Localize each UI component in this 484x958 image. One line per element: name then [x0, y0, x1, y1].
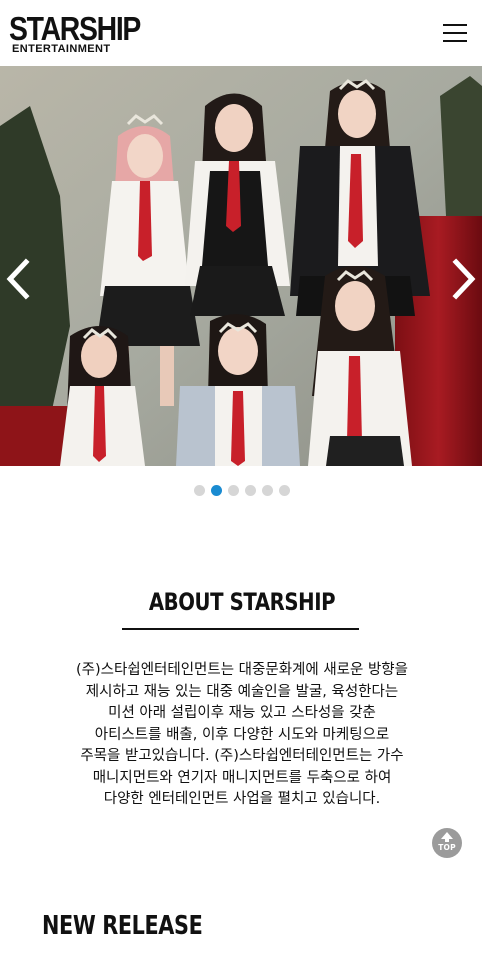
- hero-slider[interactable]: [0, 66, 482, 466]
- arrow-up-icon: [441, 832, 453, 842]
- slider-dot-active[interactable]: [211, 485, 222, 496]
- slider-dot[interactable]: [194, 485, 205, 496]
- hamburger-menu-icon: [443, 24, 467, 26]
- about-title-underline: [122, 628, 359, 630]
- slider-dot[interactable]: [262, 485, 273, 496]
- new-release-title: NEW RELEASE: [42, 911, 203, 941]
- slider-pagination: [0, 485, 484, 497]
- slider-dot[interactable]: [279, 485, 290, 496]
- chevron-left-icon[interactable]: [2, 256, 36, 302]
- hamburger-line: [443, 40, 467, 42]
- menu-button[interactable]: [443, 22, 469, 44]
- slider-dot[interactable]: [228, 485, 239, 496]
- logo-subtitle: ENTERTAINMENT: [12, 43, 111, 55]
- slide-image: [0, 66, 482, 466]
- back-to-top-button[interactable]: TOP: [432, 828, 462, 858]
- site-header: STARSHIP ENTERTAINMENT: [0, 0, 484, 66]
- hamburger-line: [443, 32, 467, 34]
- about-description: (주)스타쉽엔터테인먼트는 대중문화계에 새로운 방향을 제시하고 재능 있는 …: [76, 662, 408, 807]
- back-to-top-label: TOP: [438, 843, 456, 852]
- starship-logo[interactable]: STARSHIP ENTERTAINMENT: [9, 12, 141, 56]
- about-title: ABOUT STARSHIP: [148, 588, 336, 616]
- slider-dot[interactable]: [245, 485, 256, 496]
- logo-wordmark: STARSHIP: [9, 10, 141, 47]
- chevron-right-icon[interactable]: [446, 256, 480, 302]
